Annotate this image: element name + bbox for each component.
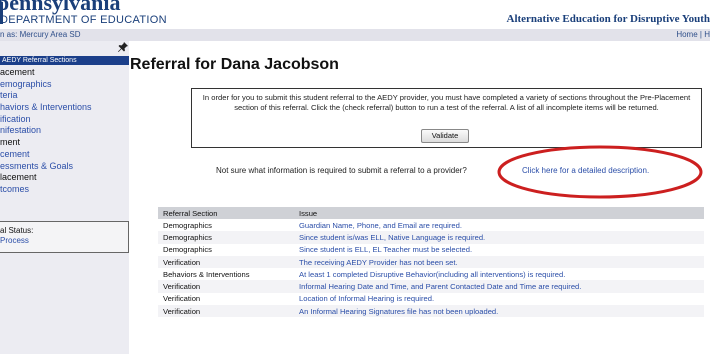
detailed-description-link[interactable]: Click here for a detailed description. (522, 166, 649, 175)
department-name: DEPARTMENT OF EDUCATION (0, 14, 167, 26)
sidebar-item[interactable]: tcomes (0, 184, 129, 196)
table-row: Verification Location of Informal Hearing… (158, 293, 704, 305)
sidebar-item[interactable]: essments & Goals (0, 161, 129, 173)
table-row: Behaviors & Interventions At least 1 comp… (158, 268, 704, 280)
sidebar-item[interactable]: AEDY Referral Sections (0, 56, 129, 65)
column-header-section: Referral Section (158, 207, 294, 219)
instructions-text: In order for you to submit this student … (202, 93, 691, 112)
acting-as-text: n as: Mercury Area SD (0, 30, 81, 39)
referral-sections-nav: AEDY Referral Sections acement emographics… (0, 56, 129, 196)
sidebar-item[interactable]: nifestation (0, 125, 129, 137)
table-row: Verification An Informal Hearing Signatur… (158, 305, 704, 318)
sidebar: AEDY Referral Sections acement emographics… (0, 41, 129, 354)
referral-section-cell: Verification (158, 305, 294, 318)
referral-section-cell: Demographics (158, 231, 294, 244)
issue-cell[interactable]: The receiving AEDY Provider has not been… (294, 255, 704, 269)
referral-section-cell: Verification (158, 255, 294, 269)
home-link[interactable]: Home (676, 30, 697, 39)
issues-table: Referral Section Issue Demographics Guard… (158, 207, 704, 318)
table-row: Demographics Guardian Name, Phone, and Em… (158, 219, 704, 231)
referral-section-cell: Behaviors & Interventions (163, 269, 250, 279)
user-bar: n as: Mercury Area SD Home | H (0, 29, 710, 41)
instructions-box: In order for you to submit this student … (191, 88, 702, 148)
sidebar-item[interactable]: emographics (0, 79, 129, 91)
page-title: Referral for Dana Jacobson (130, 56, 339, 73)
issue-cell[interactable]: Guardian Name, Phone, and Email are requ… (294, 219, 704, 231)
column-header-issue: Issue (294, 207, 704, 219)
sidebar-item[interactable]: ification (0, 114, 129, 126)
help-link[interactable]: H (704, 30, 710, 39)
table-row: Demographics Since student is ELL, EL Tea… (158, 244, 704, 256)
page-header: pennsylvania DEPARTMENT OF EDUCATION Alt… (0, 0, 710, 30)
table-header-row: Referral Section Issue (158, 207, 704, 219)
sidebar-item[interactable]: lacement (0, 172, 129, 184)
referral-status-box: al Status: Process (0, 221, 129, 253)
issue-cell[interactable]: At least 1 completed Disruptive Behavior… (294, 268, 704, 280)
issue-cell[interactable]: Since student is/was ELL, Native Languag… (294, 231, 704, 244)
issue-cell[interactable]: An Informal Hearing Signatures file has … (294, 305, 704, 318)
sidebar-item[interactable]: teria (0, 90, 129, 102)
issue-cell[interactable]: Since student is ELL, EL Teacher must be… (294, 244, 704, 256)
status-value[interactable]: Process (0, 236, 128, 246)
referral-section-cell: Demographics (163, 220, 212, 230)
referral-section-cell: Verification (163, 294, 201, 304)
referral-section-cell: Demographics (163, 245, 212, 255)
app-title: Alternative Education for Disruptive You… (506, 13, 710, 25)
sidebar-item[interactable]: cement (0, 149, 129, 161)
top-links: Home | H (676, 29, 710, 41)
validate-button[interactable]: Validate (421, 129, 469, 143)
issue-cell[interactable]: Location of Informal Hearing is required… (294, 293, 704, 305)
table-row: Verification The receiving AEDY Provider … (158, 255, 704, 269)
pin-icon[interactable] (118, 42, 128, 52)
referral-section-cell: Verification (158, 280, 294, 293)
sidebar-item[interactable]: haviors & Interventions (0, 102, 129, 114)
sidebar-item[interactable]: acement (0, 67, 129, 79)
issue-cell[interactable]: Informal Hearing Date and Time, and Pare… (294, 280, 704, 293)
status-label: al Status: (0, 226, 34, 235)
issues-table-body: Demographics Guardian Name, Phone, and Em… (158, 219, 704, 318)
table-row: Demographics Since student is/was ELL, Na… (158, 231, 704, 244)
table-row: Verification Informal Hearing Date and Ti… (158, 280, 704, 293)
requirements-question: Not sure what information is required to… (216, 166, 467, 175)
sidebar-item[interactable]: ment (0, 137, 129, 149)
